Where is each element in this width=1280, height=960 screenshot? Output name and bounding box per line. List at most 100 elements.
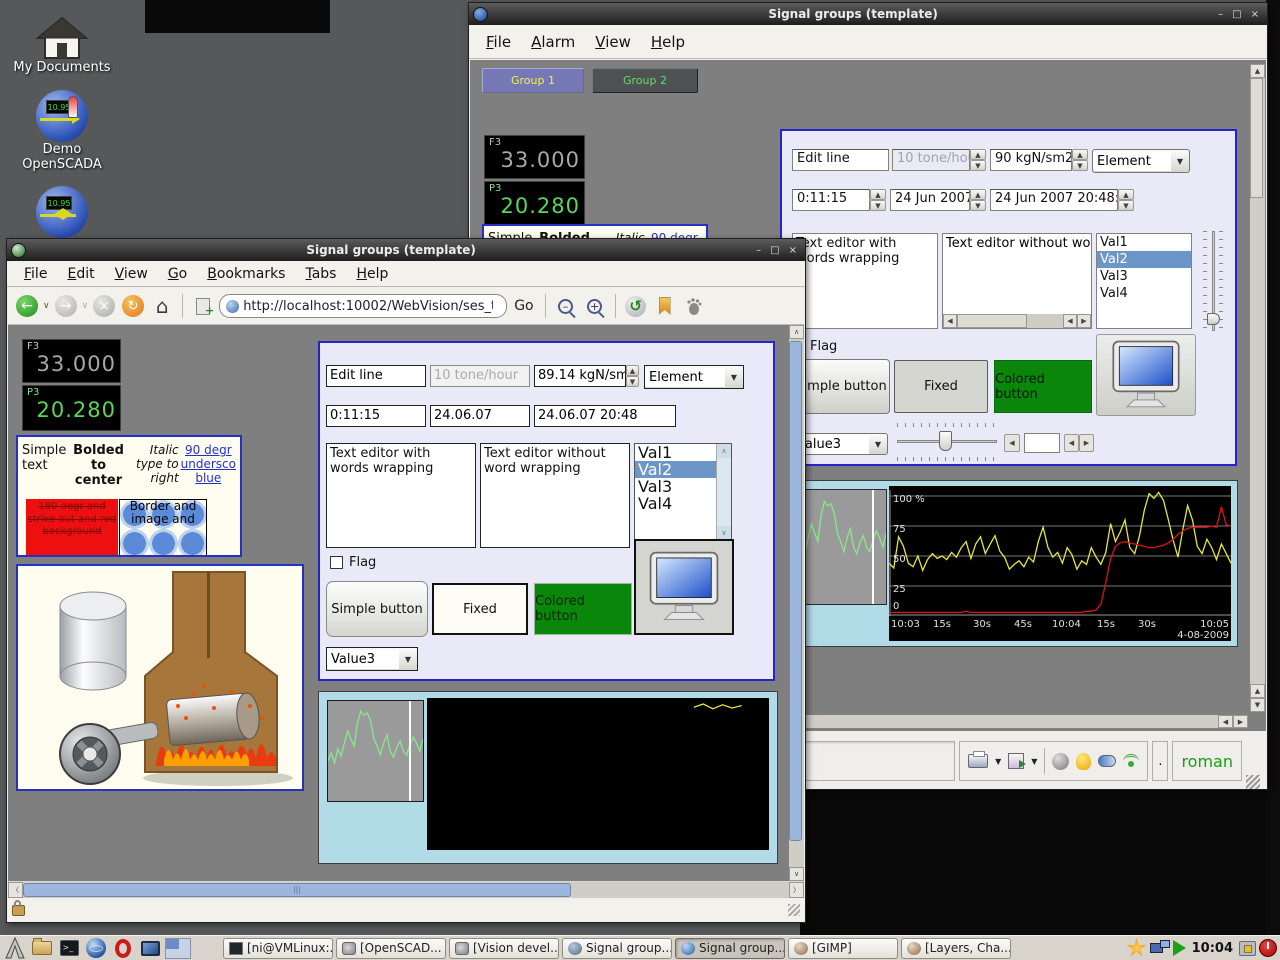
vertical-scrollbar[interactable]: ∧ ∨: [789, 325, 804, 881]
forward-history-chevron[interactable]: ∨: [82, 301, 89, 311]
maximize-button[interactable]: □: [770, 245, 779, 256]
back-button[interactable]: ←: [14, 293, 40, 319]
list-item-selected[interactable]: Val2: [635, 461, 716, 478]
url-input[interactable]: [243, 299, 493, 314]
pressure-spinbox[interactable]: 90 kgN/sm2: [990, 149, 1072, 171]
list-item[interactable]: Val1: [635, 444, 716, 461]
value-listbox[interactable]: Val1 Val2 Val3 Val4: [1096, 233, 1192, 329]
chevron-down-icon[interactable]: ▼: [725, 373, 743, 382]
task-button-gimp[interactable]: [GIMP]: [788, 938, 898, 959]
go-button[interactable]: Go: [510, 298, 537, 314]
tab-group1[interactable]: Group 1: [482, 68, 584, 93]
stop-button[interactable]: ×: [91, 293, 117, 319]
horizontal-slider[interactable]: [897, 419, 997, 465]
menu-help[interactable]: Help: [642, 30, 694, 54]
close-button[interactable]: ×: [789, 245, 797, 256]
spin-arrows[interactable]: ▲▼: [970, 189, 986, 211]
value-combobox[interactable]: Value3 ▼: [792, 433, 888, 455]
globe-browser-icon[interactable]: [84, 936, 108, 960]
back-window-titlebar[interactable]: Signal groups (template) – □ ×: [469, 3, 1267, 25]
spin-arrows[interactable]: ▲▼: [970, 149, 986, 171]
sphere-indicator-icon[interactable]: [1052, 753, 1069, 770]
notification-star-icon[interactable]: [1127, 938, 1147, 958]
list-item[interactable]: Val3: [635, 478, 716, 495]
export-icon[interactable]: [1008, 753, 1024, 769]
minimize-button[interactable]: –: [1218, 9, 1223, 20]
gnome-foot-icon[interactable]: [681, 293, 707, 319]
list-scrollbar[interactable]: ∧ ∨: [716, 444, 731, 540]
menu-edit[interactable]: Edit: [58, 263, 103, 285]
chevron-down-icon[interactable]: ▼: [399, 655, 417, 664]
terminal-icon[interactable]: >_: [57, 936, 81, 960]
simple-button[interactable]: Simple button: [792, 359, 890, 414]
flow-spinbox[interactable]: 10 tone/hour: [892, 149, 970, 171]
vertical-slider[interactable]: [1200, 231, 1226, 331]
scrollbar-thumb[interactable]: |||: [23, 883, 571, 897]
lamp-icon[interactable]: [1076, 753, 1091, 770]
flag-checkbox[interactable]: [330, 556, 343, 569]
menu-file[interactable]: File: [15, 263, 56, 285]
scroll-field[interactable]: [1024, 433, 1060, 453]
bookmark-button[interactable]: [652, 293, 678, 319]
tab-group2[interactable]: Group 2: [592, 68, 698, 93]
horizontal-scrollbar[interactable]: 〈 ||| 〉: [8, 881, 804, 898]
value-listbox[interactable]: Val1 Val2 Val3 Val4 ∧ ∨: [634, 443, 732, 541]
horizontal-scrollbar[interactable]: ◀ ◀ ▶: [943, 314, 1091, 328]
chevron-down-icon[interactable]: ▼: [1171, 157, 1189, 166]
value-select[interactable]: Value3 ▼: [326, 647, 418, 671]
list-item-selected[interactable]: Val2: [1097, 251, 1191, 268]
image-button[interactable]: [634, 539, 734, 635]
front-window-titlebar[interactable]: Signal groups (template) – □ ×: [7, 239, 805, 261]
fixed-button[interactable]: Fixed: [432, 583, 528, 635]
chevron-down-icon[interactable]: ▼: [1031, 757, 1037, 766]
spin-arrows[interactable]: ▲▼: [1118, 189, 1134, 211]
zoom-in-button[interactable]: +: [582, 293, 608, 319]
slider-handle[interactable]: [939, 431, 952, 451]
chevron-down-icon[interactable]: ▼: [869, 440, 887, 449]
task-button-signal-web[interactable]: Signal group...: [675, 938, 785, 959]
task-button-openscada[interactable]: [OpenSCAD...: [336, 938, 446, 959]
menu-view[interactable]: View: [586, 30, 640, 54]
resize-grip[interactable]: [788, 904, 800, 916]
network-monitor-icon[interactable]: [1150, 940, 1170, 956]
url-bar[interactable]: [219, 294, 507, 318]
history-button[interactable]: ↺: [623, 293, 649, 319]
datetime-spinbox[interactable]: 24 Jun 2007 20:48:01: [990, 189, 1118, 211]
menu-tabs[interactable]: Tabs: [296, 263, 345, 285]
wrapping-text-editor[interactable]: Text editor with words wrapping: [326, 443, 476, 548]
list-item[interactable]: Val4: [1097, 285, 1191, 302]
fixed-button[interactable]: Fixed: [894, 360, 988, 413]
edit-line-field[interactable]: Edit line: [792, 149, 889, 171]
date-spinbox[interactable]: 24 Jun 2007: [890, 189, 970, 211]
forward-button[interactable]: →: [53, 293, 79, 319]
list-item[interactable]: Val3: [1097, 268, 1191, 285]
display-settings-icon[interactable]: [138, 936, 162, 960]
datetime-field[interactable]: 24.06.07 20:48: [534, 405, 676, 427]
spin-arrows[interactable]: ▲▼: [1072, 149, 1088, 171]
colored-button[interactable]: Colored button: [534, 583, 632, 635]
power-button-icon[interactable]: [1259, 939, 1277, 957]
pin-icon[interactable]: [1098, 755, 1116, 767]
resize-grip[interactable]: [1246, 775, 1260, 789]
zoom-out-button[interactable]: –: [553, 293, 579, 319]
reload-button[interactable]: ↻: [120, 293, 146, 319]
menu-bookmarks[interactable]: Bookmarks: [198, 263, 294, 285]
launcher-menu-icon[interactable]: [3, 936, 27, 960]
list-item[interactable]: Val4: [635, 495, 716, 512]
opera-icon[interactable]: [111, 936, 135, 960]
desktop-icon-demo-openscada[interactable]: 10.95 Demo OpenSCADA: [0, 90, 124, 172]
new-window-button[interactable]: +: [190, 293, 216, 319]
pressure-spinbox[interactable]: 89.14 kgN/sm2: [534, 365, 626, 387]
spin-arrows[interactable]: ▲▼: [870, 189, 886, 211]
mini-scrollbar[interactable]: ◀ ◀ ▶: [1004, 433, 1094, 453]
wrapping-text-editor[interactable]: Text editor with words wrapping: [792, 233, 938, 329]
maximize-button[interactable]: □: [1232, 9, 1241, 20]
menu-go[interactable]: Go: [159, 263, 196, 285]
colored-button[interactable]: Colored button: [994, 360, 1092, 413]
folder-icon[interactable]: [30, 936, 54, 960]
date-field[interactable]: 24.06.07: [430, 405, 530, 427]
element-combobox[interactable]: Element ▼: [1092, 149, 1190, 173]
time-field[interactable]: 0:11:15: [326, 405, 426, 427]
nowrap-text-editor[interactable]: Text editor without word wrapping: [480, 443, 630, 548]
chevron-down-icon[interactable]: ▼: [995, 757, 1001, 766]
